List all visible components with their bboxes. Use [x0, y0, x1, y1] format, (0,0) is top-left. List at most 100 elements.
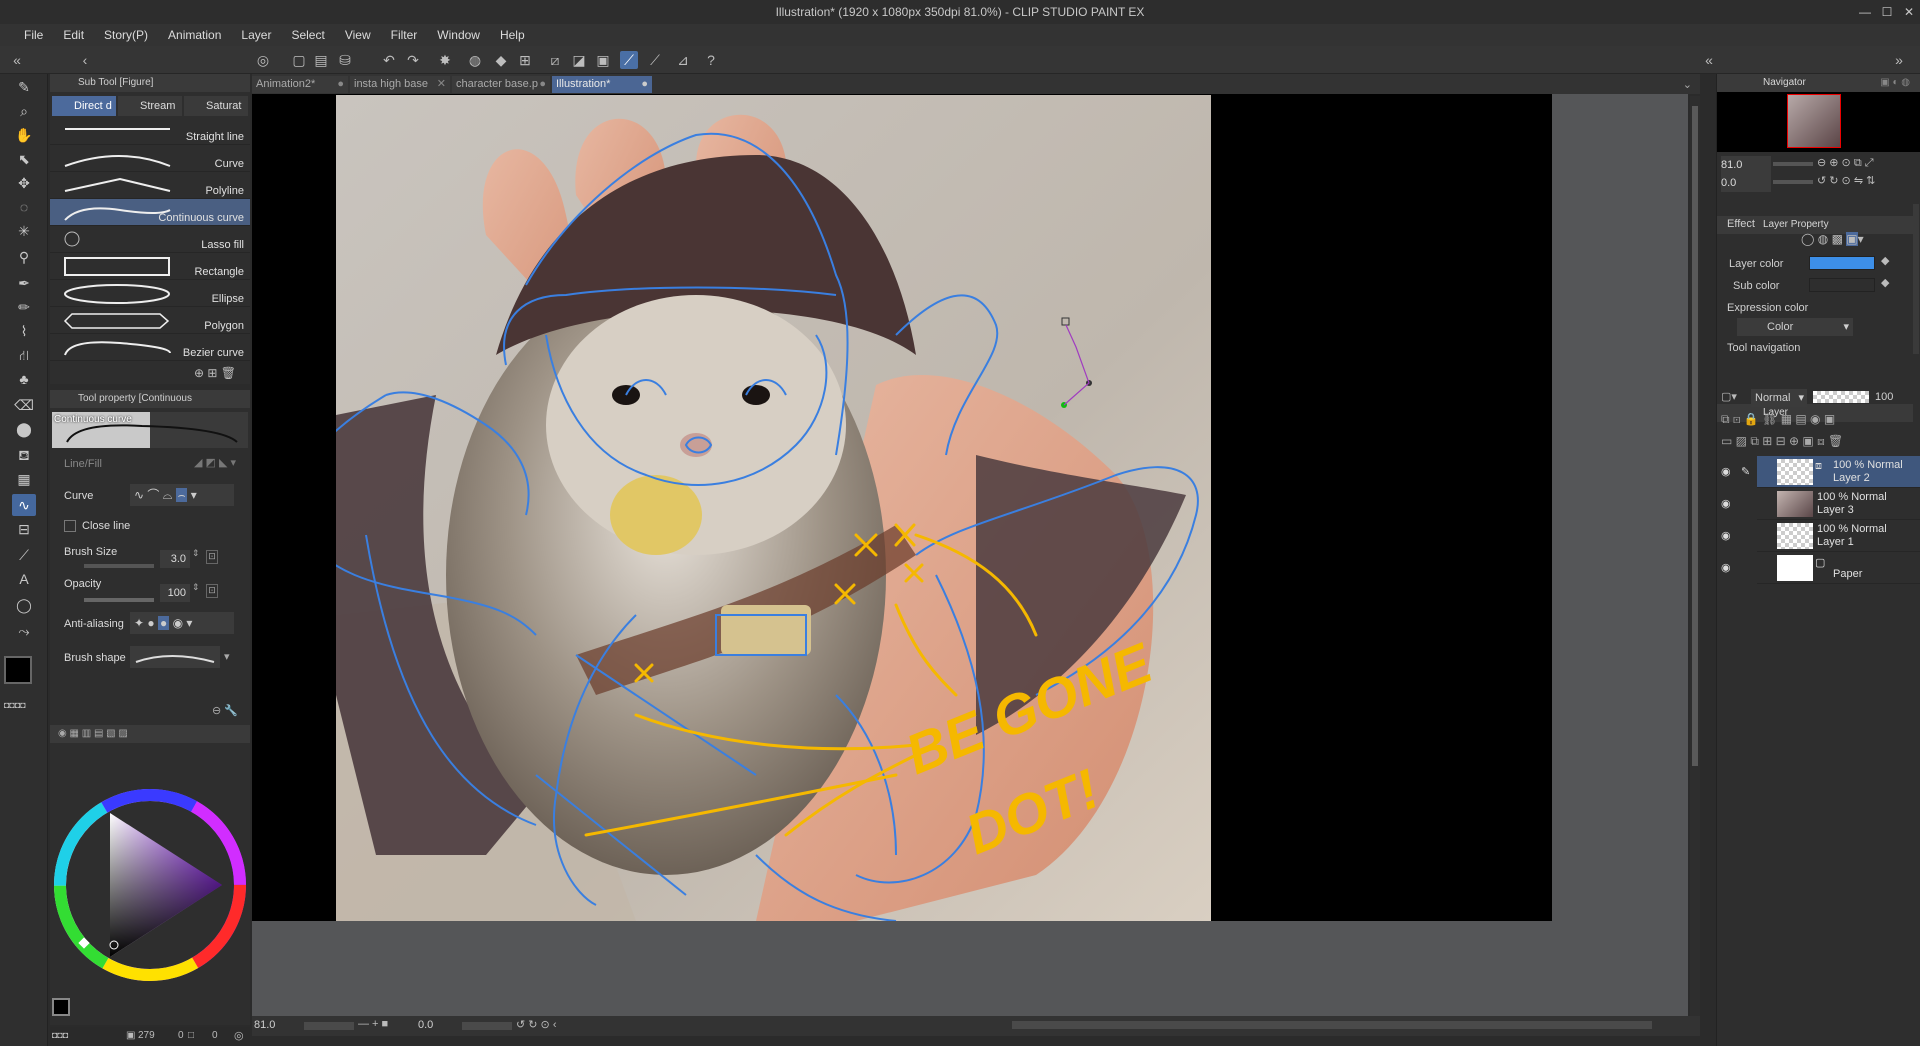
color-panel-tab-icons[interactable]: ◉ ▦ ▥ ▤ ▧ ▨ [58, 728, 128, 739]
rotation-slider[interactable] [462, 1022, 512, 1030]
tab-stream[interactable]: Stream [118, 96, 182, 116]
layer-row[interactable]: ◉ 100 % Normal Layer 3 [1721, 488, 1920, 520]
snap-grid-icon[interactable]: ⊿ [674, 51, 692, 69]
menu-file[interactable]: File [14, 24, 53, 46]
subtool-straight-line[interactable]: Straight line [50, 118, 250, 145]
lasso-icon[interactable]: ◌ [12, 196, 36, 218]
blend-icon[interactable]: ⬤ [12, 418, 36, 440]
layer-color-swatch[interactable] [1809, 256, 1875, 270]
move-layer-icon[interactable]: ✥ [12, 172, 36, 194]
layer-opacity-slider[interactable] [1813, 391, 1869, 403]
layer-row[interactable]: ◉ 100 % Normal Layer 1 [1721, 520, 1920, 552]
save-icon[interactable]: ⛁ [336, 51, 354, 69]
color-mode-icons[interactable]: ◘◘◘◘ [4, 700, 44, 710]
snap-special-ruler-icon[interactable]: ⟋ [646, 51, 664, 69]
subtool-bezier-curve[interactable]: Bezier curve [50, 334, 250, 361]
brush-shape-dropdown-icon[interactable]: ▾ [224, 650, 230, 663]
close-icon[interactable]: ● [539, 76, 546, 93]
zoom-icon[interactable]: ⌕ [12, 100, 36, 122]
opacity-stepper-icon[interactable]: ⇕ [192, 582, 200, 593]
subtool-ellipse[interactable]: Ellipse [50, 280, 250, 307]
close-icon[interactable]: ● [337, 76, 344, 93]
layer-lock-icon[interactable]: ▢▾ [1721, 390, 1737, 403]
fill-bucket-icon[interactable]: ⛾ [12, 444, 36, 466]
clip-studio-icon[interactable]: ◎ [254, 51, 272, 69]
navigator-viewport[interactable] [1787, 94, 1841, 148]
menu-animation[interactable]: Animation [158, 24, 231, 46]
tab-character-base[interactable]: character base.p ● [452, 76, 550, 93]
pen-edit-icon[interactable]: ✎ [1741, 465, 1750, 478]
menu-layer[interactable]: Layer [231, 24, 281, 46]
menu-help[interactable]: Help [490, 24, 535, 46]
minimize-icon[interactable]: — [1854, 0, 1876, 24]
blend-mode-dropdown[interactable]: Normal ▾ [1751, 389, 1807, 407]
subtool-polyline[interactable]: Polyline [50, 172, 250, 199]
navigator-angle[interactable]: 0.0 [1721, 174, 1771, 192]
zoom-slider[interactable] [304, 1022, 354, 1030]
footer-settings-icon[interactable]: ◎ [234, 1029, 244, 1042]
artwork-canvas[interactable]: BE GONE DOT! [336, 95, 1211, 921]
correct-line-icon[interactable]: ⤳ [12, 620, 36, 642]
canvas-vertical-scrollbar[interactable] [1690, 96, 1700, 1016]
rotation-controls-icons[interactable]: ↺ ↻ ⊙ ‹ [516, 1018, 556, 1031]
layer-action-icons[interactable]: ▭ ▨ ⧉ ⊞ ⊟ ⊕ ▣ ⧈ 🗑 [1721, 434, 1917, 452]
brush-icon[interactable]: ⌇ [12, 320, 36, 342]
redo-icon[interactable]: ↷ [404, 51, 422, 69]
transform-icon[interactable]: ⊞ [516, 51, 534, 69]
sub-color-picker-icon[interactable]: ◆ [1881, 276, 1889, 289]
close-icon[interactable]: ✕ [1898, 0, 1920, 24]
opacity-dynamics-icon[interactable]: ⊡ [206, 584, 218, 598]
operation-icon[interactable]: ⬉ [12, 148, 36, 170]
brush-size-stepper-icon[interactable]: ⇕ [192, 548, 200, 559]
subtool-polygon[interactable]: Polygon [50, 307, 250, 334]
navigator-tab-icons[interactable]: ▣ ◐ ◍ [1880, 74, 1910, 92]
color-wheel[interactable] [50, 785, 250, 985]
clear-icon[interactable]: ✸ [436, 51, 454, 69]
zoom-controls-icons[interactable]: — + ■ [358, 1018, 388, 1030]
navigator-zoom[interactable]: 81.0 [1721, 156, 1771, 174]
figure-icon[interactable]: ∿ [12, 494, 36, 516]
brush-size-dynamics-icon[interactable]: ⊡ [206, 550, 218, 564]
maximize-icon[interactable]: ☐ [1876, 0, 1898, 24]
horizontal-scroll-thumb[interactable] [1012, 1021, 1652, 1029]
layer-color-picker-icon[interactable]: ◆ [1881, 254, 1889, 267]
navigator-zoom-icons[interactable]: ⊖ ⊕ ⊙ ⧉ ⤢ [1817, 156, 1874, 170]
layer-tool-icons[interactable]: ⧉ ⊡ 🔒 ⛓ ▦ ▤ ◉ ▣ [1721, 412, 1917, 430]
brush-size-value[interactable]: 3.0 [160, 550, 190, 568]
help-icon[interactable]: ? [702, 51, 720, 69]
footer-icons[interactable]: ◘◘◘ [52, 1030, 68, 1040]
layer-row[interactable]: ◉ ▢ Paper [1721, 552, 1920, 584]
tool-property-footer-icons[interactable]: ⊖ 🔧 [212, 704, 238, 717]
subtool-lasso-fill[interactable]: Lasso fill [50, 226, 250, 253]
menu-edit[interactable]: Edit [53, 24, 94, 46]
antialias-selector[interactable]: ✦ ● ● ◉ ▾ [130, 612, 234, 634]
brush-size-slider[interactable] [84, 564, 154, 568]
opacity-slider[interactable] [84, 598, 154, 602]
menu-window[interactable]: Window [427, 24, 490, 46]
sub-color-swatch[interactable] [1809, 278, 1875, 292]
airbrush-icon[interactable]: ⛙ [12, 344, 36, 366]
eraser-icon[interactable]: ⌫ [12, 394, 36, 416]
eyedropper-icon[interactable]: ⚲ [12, 246, 36, 268]
zoom-readout[interactable]: 81.0 [254, 1019, 290, 1033]
color-main-swatch[interactable] [52, 998, 70, 1016]
menu-story[interactable]: Story(P) [94, 24, 158, 46]
close-icon[interactable]: ✕ [437, 76, 446, 93]
panel-collapse-icon[interactable]: « [1700, 51, 1718, 69]
layer-opacity-value[interactable]: 100 [1875, 391, 1893, 403]
selection-show-icon[interactable]: ▣ [594, 51, 612, 69]
vertical-scroll-thumb[interactable] [1692, 106, 1698, 766]
frame-border-icon[interactable]: ⊟ [12, 518, 36, 540]
snap-ruler-icon[interactable]: ⟋ [620, 51, 638, 69]
menu-filter[interactable]: Filter [381, 24, 428, 46]
curve-type-selector[interactable]: ∿ ⌒ ⌓ ⌢ ▾ [130, 484, 234, 506]
new-file-icon[interactable]: ▢ [290, 51, 308, 69]
tab-animation2[interactable]: Animation2* ● [252, 76, 348, 93]
eye-icon[interactable]: ◉ [1721, 465, 1731, 478]
hand-icon[interactable]: ✋ [12, 124, 36, 146]
pencil-icon[interactable]: ✏ [12, 296, 36, 318]
tab-saturated[interactable]: Saturat [184, 96, 248, 116]
tab-insta-high-base[interactable]: insta high base ✕ [350, 76, 450, 93]
opacity-value[interactable]: 100 [160, 584, 190, 602]
collapse-icon[interactable]: « [8, 51, 26, 69]
